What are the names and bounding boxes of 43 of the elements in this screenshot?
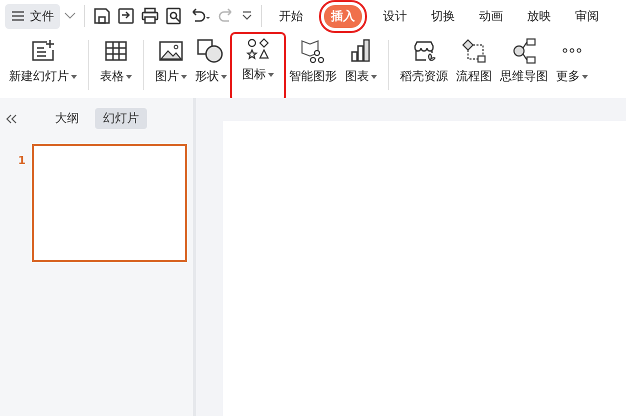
flowchart-icon xyxy=(461,38,487,64)
print-preview-icon[interactable] xyxy=(165,7,183,25)
ribbon-button[interactable]: 流程图 xyxy=(453,36,495,94)
ribbon-tab[interactable]: 切换 xyxy=(424,4,462,28)
menu-icon xyxy=(11,10,25,22)
ribbon-button[interactable]: 新建幻灯片 xyxy=(6,36,80,94)
save-icon[interactable] xyxy=(93,7,111,25)
icon-library-icon xyxy=(245,36,271,62)
smartart-icon xyxy=(299,38,327,64)
ribbon-button[interactable]: 思维导图 xyxy=(497,36,551,94)
caret-icon xyxy=(126,74,132,78)
ribbon-button[interactable]: 图表 xyxy=(342,36,380,94)
ribbon-tab[interactable]: 设计 xyxy=(376,4,414,28)
print-icon[interactable] xyxy=(141,7,159,25)
pane-tab[interactable]: 大纲 xyxy=(47,108,87,129)
more-icon xyxy=(562,48,582,53)
caret-icon xyxy=(181,74,187,78)
new-slide-icon xyxy=(30,38,56,64)
ribbon-button[interactable]: 更多 xyxy=(553,36,591,94)
caret-icon xyxy=(268,72,274,76)
pane-tab[interactable]: 幻灯片 xyxy=(95,108,147,129)
ribbon-button[interactable]: 稻壳资源 xyxy=(397,36,451,94)
slide-thumbnail[interactable] xyxy=(32,144,187,262)
mind-map-icon xyxy=(511,38,537,64)
ribbon-button[interactable]: 智能图形 xyxy=(286,36,340,94)
ribbon-button[interactable]: 形状 xyxy=(192,36,230,94)
slide-number: 1 xyxy=(18,154,26,167)
caret-icon xyxy=(221,74,227,78)
caret-icon xyxy=(71,74,77,78)
caret-icon xyxy=(582,74,588,78)
file-menu-button[interactable]: 文件 xyxy=(5,4,60,28)
chevron-icon[interactable] xyxy=(64,12,76,20)
ribbon-tab[interactable]: 放映 xyxy=(520,4,558,28)
more-caret-icon[interactable] xyxy=(241,10,253,22)
export-icon[interactable] xyxy=(117,7,135,25)
ribbon-tab[interactable]: 审阅 xyxy=(568,4,606,28)
ribbon-button[interactable]: 图片 xyxy=(152,36,190,94)
ribbon-button[interactable]: 图标 xyxy=(232,34,284,100)
caret-icon xyxy=(371,74,377,78)
ribbon-button[interactable]: 表格 xyxy=(97,36,135,94)
collapse-icon[interactable] xyxy=(5,112,19,124)
ribbon-tab[interactable]: 动画 xyxy=(472,4,510,28)
ribbon-tab[interactable]: 开始 xyxy=(272,4,310,28)
